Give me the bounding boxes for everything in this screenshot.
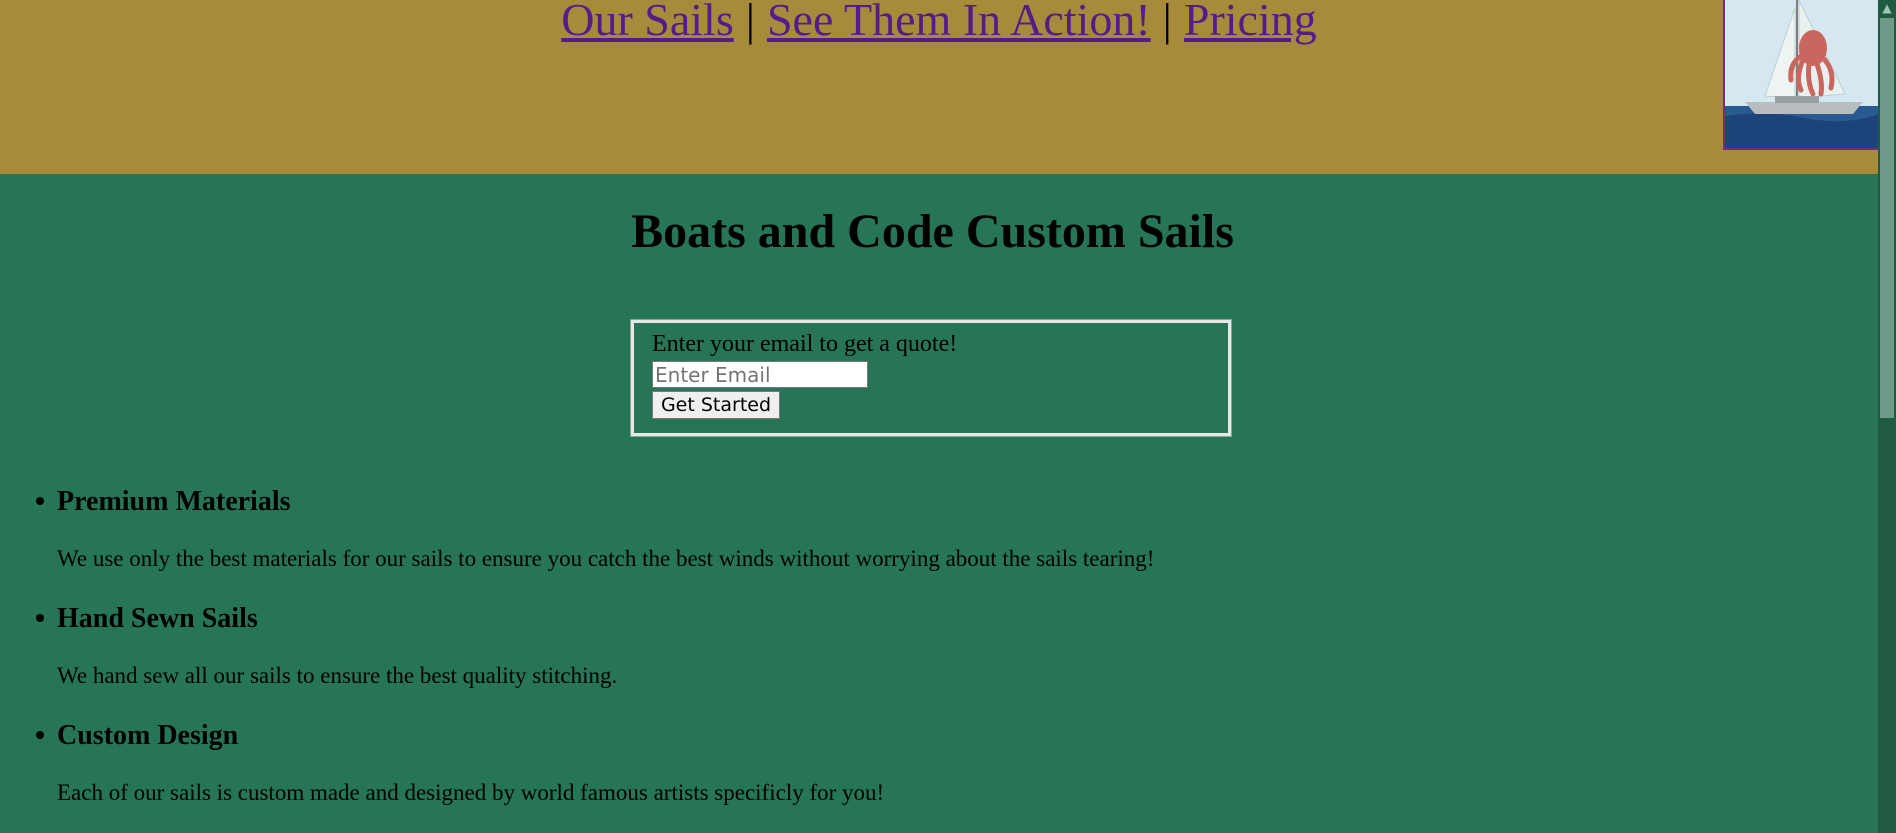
bullet-icon xyxy=(36,614,44,622)
vertical-scrollbar[interactable]: ▲ xyxy=(1878,0,1896,833)
nav-link-our-sails[interactable]: Our Sails xyxy=(561,0,734,45)
nav-separator: | xyxy=(1162,0,1172,45)
scroll-up-arrow-icon[interactable]: ▲ xyxy=(1878,0,1896,16)
nav-link-pricing[interactable]: Pricing xyxy=(1184,0,1317,45)
email-input[interactable] xyxy=(652,361,868,388)
bullet-icon xyxy=(36,731,44,739)
header: Our Sails | See Them In Action! | Pricing xyxy=(0,0,1881,174)
nav-separator: | xyxy=(745,0,755,45)
logo-image[interactable] xyxy=(1723,0,1881,150)
main-content: Boats and Code Custom Sails Enter your e… xyxy=(0,174,1878,833)
nav-bar: Our Sails | See Them In Action! | Pricing xyxy=(0,0,1878,48)
feature-description: We use only the best materials for our s… xyxy=(57,546,1155,571)
nav-link-see-them-in-action[interactable]: See Them In Action! xyxy=(767,0,1151,45)
get-started-button[interactable]: Get Started xyxy=(652,391,780,419)
page-title: Boats and Code Custom Sails xyxy=(631,205,1234,258)
feature-title: Custom Design xyxy=(57,720,239,751)
quote-form: Enter your email to get a quote! Get Sta… xyxy=(630,319,1232,437)
feature-title: Hand Sewn Sails xyxy=(57,603,258,634)
feature-description: Each of our sails is custom made and des… xyxy=(57,780,885,805)
quote-form-label: Enter your email to get a quote! xyxy=(652,331,958,357)
feature-title: Premium Materials xyxy=(57,486,291,517)
feature-description: We hand sew all our sails to ensure the … xyxy=(57,663,618,688)
sailboat-octopus-icon xyxy=(1725,0,1879,148)
scrollbar-thumb[interactable] xyxy=(1880,18,1894,418)
bullet-icon xyxy=(36,497,44,505)
